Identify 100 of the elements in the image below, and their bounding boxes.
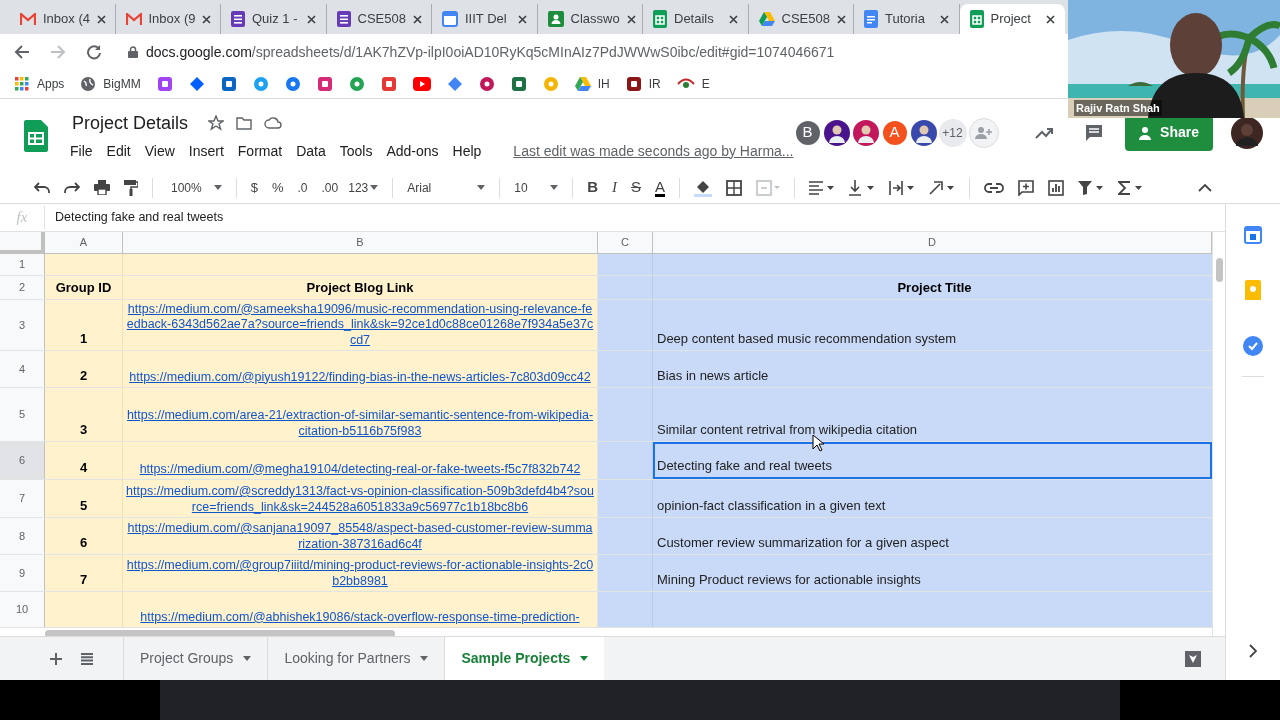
menu-item[interactable]: Format bbox=[237, 140, 283, 162]
document-title[interactable]: Project Details bbox=[72, 109, 189, 137]
link[interactable]: https://medium.com/@group7iiitd/mining-product-reviews-for-actionable-insights-2c0b2bb8981 bbox=[126, 558, 594, 589]
close-icon bbox=[939, 14, 949, 24]
person-add-button[interactable] bbox=[968, 117, 999, 148]
table-cell: 3 bbox=[45, 388, 123, 441]
bold-button[interactable]: B bbox=[587, 176, 599, 199]
collapse-icon bbox=[1198, 183, 1212, 192]
caret-icon bbox=[213, 185, 222, 190]
fill-color-icon bbox=[694, 178, 713, 197]
bookmark[interactable] bbox=[478, 76, 495, 92]
menu-item[interactable]: Insert bbox=[188, 140, 224, 162]
formula-field[interactable]: Detecting fake and real tweets bbox=[55, 208, 224, 227]
caret-icon bbox=[243, 656, 252, 661]
bookmark[interactable] bbox=[252, 76, 269, 92]
bookmark[interactable] bbox=[156, 76, 173, 92]
number-format-dropdown[interactable]: 123 bbox=[348, 178, 379, 197]
link[interactable]: https://medium.com/@megha19104/detecting-real-or-fake-tweets-f5c7f832b742 bbox=[139, 461, 581, 477]
bookmark[interactable] bbox=[220, 76, 237, 92]
row-header[interactable]: 10 bbox=[0, 592, 45, 627]
menu-item[interactable]: Tools bbox=[339, 140, 373, 162]
link[interactable]: https://medium.com/@sanjana19097_85548/aspect-based-customer-review-summarization-387316ad6c4f bbox=[126, 521, 594, 552]
font-size-dropdown[interactable]: 10 bbox=[514, 178, 559, 197]
bookmark[interactable]: IR bbox=[625, 75, 661, 93]
bookmark[interactable] bbox=[510, 76, 527, 92]
back-icon bbox=[14, 44, 30, 60]
percent-button[interactable]: % bbox=[271, 177, 284, 198]
row-header[interactable]: 5 bbox=[0, 388, 45, 441]
bookmark[interactable] bbox=[188, 76, 205, 92]
table-cell: 6 bbox=[45, 518, 123, 554]
diamond-icon bbox=[188, 76, 205, 92]
table-cell: 4 bbox=[45, 442, 123, 479]
bookmark[interactable]: IH bbox=[574, 75, 610, 93]
decrease-decimal-button[interactable]: .0 bbox=[297, 178, 308, 197]
collaborator-avatar[interactable] bbox=[909, 118, 938, 147]
browser-tab[interactable]: Project bbox=[959, 4, 1065, 34]
collaborator-avatar[interactable]: B bbox=[793, 118, 822, 147]
menu-item[interactable]: File bbox=[70, 140, 93, 162]
italic-button[interactable]: I bbox=[612, 176, 618, 199]
link[interactable]: https://medium.com/area-21/extraction-of-similar-semantic-sentence-from-wikipedia-citation-b5116b75f983 bbox=[126, 408, 594, 439]
folder-icon bbox=[236, 116, 253, 130]
corner-cell[interactable] bbox=[0, 232, 45, 253]
currency-button[interactable]: $ bbox=[250, 177, 258, 198]
expand-panel-icon bbox=[1249, 644, 1257, 658]
column-header[interactable]: A bbox=[45, 232, 123, 253]
link[interactable]: https://medium.com/@piyush19122/finding-bias-in-the-news-articles-7c803d09cc42 bbox=[129, 369, 591, 385]
bookmark[interactable]: Apps bbox=[14, 75, 65, 93]
column-header[interactable]: C bbox=[598, 232, 653, 253]
mail-icon bbox=[20, 13, 36, 25]
caret-icon bbox=[420, 656, 429, 661]
table-cell: Deep content based music recommendation system bbox=[653, 300, 1212, 350]
bookmark[interactable] bbox=[446, 76, 463, 92]
print-icon bbox=[94, 180, 110, 195]
bookmark[interactable] bbox=[316, 76, 333, 92]
collaborator-avatar[interactable] bbox=[822, 118, 851, 147]
bookmark[interactable] bbox=[284, 76, 301, 92]
bookmark[interactable]: E bbox=[676, 75, 710, 93]
link-icon bbox=[984, 182, 1005, 193]
diamond-icon bbox=[446, 76, 463, 92]
borders-icon bbox=[726, 179, 743, 196]
link[interactable]: https://medium.com/@screddy1313/fact-vs-opinion-classification-509b3defd4b4?source=friends_link&sk=244528a6051833a9c56977c1b18bc8b6 bbox=[126, 484, 594, 515]
close-icon bbox=[202, 14, 212, 24]
row-header[interactable]: 1 bbox=[0, 254, 45, 275]
square-icon bbox=[220, 76, 237, 92]
row-header[interactable]: 6 bbox=[0, 442, 45, 479]
text-color-button[interactable]: A bbox=[655, 178, 666, 197]
functions-icon bbox=[1118, 180, 1143, 195]
collaborator-avatar[interactable] bbox=[851, 118, 880, 147]
menu-item[interactable]: View bbox=[144, 140, 175, 162]
row-header[interactable]: 7 bbox=[0, 480, 45, 517]
table-cell bbox=[598, 518, 653, 554]
vertical-scrollbar[interactable] bbox=[1212, 232, 1225, 636]
column-header[interactable]: B bbox=[123, 232, 598, 253]
bookmark[interactable] bbox=[380, 76, 397, 92]
menu-item[interactable]: Add-ons bbox=[386, 140, 439, 162]
globe-icon bbox=[80, 76, 97, 92]
menu-item[interactable]: Data bbox=[296, 140, 326, 162]
font-dropdown[interactable]: Arial bbox=[407, 178, 486, 197]
bookmark[interactable] bbox=[412, 77, 431, 91]
address-bar[interactable]: docs.google.com/spreadsheets/d/1AK7hZVp-ilpI0oiAD10RyKq5cMInAIz7PdJWWwS0ibc/edit#gid=1074046671 bbox=[122, 38, 1022, 66]
circle-icon bbox=[252, 76, 269, 92]
more-collaborators-count[interactable]: +12 bbox=[938, 118, 967, 147]
link[interactable]: https://medium.com/@abhishek19086/stack-overflow-response-time-prediction- bbox=[140, 609, 580, 625]
row-header[interactable]: 9 bbox=[0, 555, 45, 591]
increase-decimal-button[interactable]: .00 bbox=[321, 178, 339, 197]
user-avatar[interactable] bbox=[1230, 116, 1263, 149]
link[interactable]: https://medium.com/@sameeksha19096/music-recommendation-using-relevance-feedback-6343d562ae7a?source=friends_link&sk=92ce1d0c88ce01268e7f934a5e37ccd7 bbox=[126, 301, 594, 348]
bookmark[interactable] bbox=[348, 76, 365, 92]
last-edit-link[interactable]: Last edit was made seconds ago by Harma... bbox=[513, 140, 794, 162]
sheet-tab[interactable]: Sample Projects bbox=[444, 637, 605, 680]
strikethrough-button[interactable]: S bbox=[631, 176, 642, 199]
row-header[interactable]: 4 bbox=[0, 351, 45, 387]
row-header[interactable]: 3 bbox=[0, 300, 45, 350]
row-header[interactable]: 2 bbox=[0, 276, 45, 299]
menu-item[interactable]: Help bbox=[452, 140, 482, 162]
bookmark[interactable]: BigMM bbox=[80, 75, 141, 93]
menu-item[interactable]: Edit bbox=[106, 140, 131, 162]
zoom-dropdown[interactable]: 100% bbox=[171, 178, 222, 197]
row-header[interactable]: 8 bbox=[0, 518, 45, 554]
table-cell bbox=[598, 300, 653, 350]
